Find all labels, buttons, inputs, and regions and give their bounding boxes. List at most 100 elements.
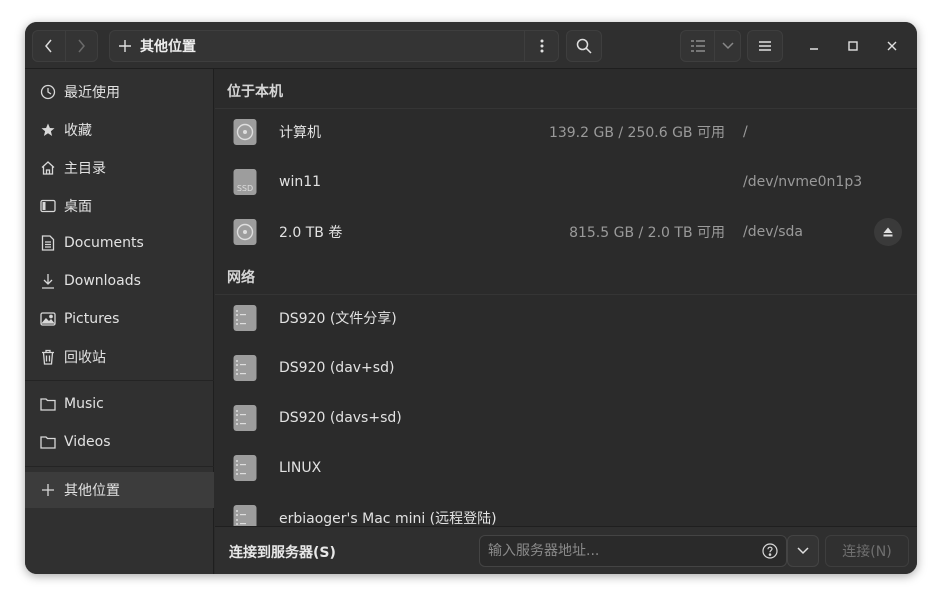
server-icon	[233, 355, 257, 381]
location-mount: /	[743, 124, 748, 140]
location-usage: 815.5 GB / 2.0 TB 可用	[569, 225, 725, 241]
location-row-win11[interactable]: SSD win11 /dev/nvme0n1p3	[215, 157, 917, 207]
sidebar-item-starred[interactable]: 收藏	[25, 112, 214, 148]
disk-icon	[233, 119, 257, 145]
svg-text:SSD: SSD	[237, 184, 253, 193]
header-bar: 其他位置	[25, 22, 917, 69]
connect-server-bar: 连接到服务器(S) 连接(N)	[215, 526, 917, 574]
sidebar-item-music[interactable]: Music	[25, 386, 214, 422]
search-button[interactable]	[566, 30, 602, 62]
forward-button[interactable]	[64, 31, 97, 61]
locations-list: 位于本机 计算机 139.2 GB / 250.6 GB 可用 / SSD wi…	[215, 69, 917, 526]
sidebar-item-label: 其他位置	[64, 483, 120, 499]
location-row-network[interactable]: DS920 (dav+sd)	[215, 343, 917, 393]
server-address-field	[479, 535, 787, 567]
sidebar-item-label: Downloads	[64, 273, 141, 289]
chevron-left-icon	[45, 39, 52, 53]
sidebar-item-trash[interactable]: 回收站	[25, 339, 214, 375]
ssd-icon: SSD	[233, 169, 257, 195]
location-row-network[interactable]: erbiaoger's Mac mini (远程登陆)	[215, 493, 917, 526]
eject-icon	[883, 227, 893, 237]
location-name: LINUX	[279, 460, 322, 476]
sidebar-separator	[25, 380, 214, 381]
location-name: erbiaoger's Mac mini (远程登陆)	[279, 511, 497, 526]
download-icon	[39, 272, 57, 290]
document-icon	[39, 234, 57, 252]
main-menu-button[interactable]	[747, 30, 783, 62]
location-row-network[interactable]: DS920 (文件分享)	[215, 293, 917, 343]
trash-icon	[39, 348, 57, 366]
sidebar-item-label: Videos	[64, 434, 111, 450]
vertical-dots-icon	[540, 39, 543, 53]
view-toggle	[680, 30, 741, 62]
star-icon	[39, 121, 57, 139]
file-manager-window: 其他位置 最近使用 收藏 主目录 桌面 Documents Downloads …	[25, 22, 917, 574]
location-name: 计算机	[279, 125, 321, 141]
location-row-network[interactable]: DS920 (davs+sd)	[215, 393, 917, 443]
sidebar-item-label: 主目录	[64, 161, 106, 177]
minimize-icon	[810, 48, 818, 50]
location-name: DS920 (dav+sd)	[279, 360, 395, 376]
location-name: win11	[279, 174, 322, 190]
search-icon	[576, 38, 592, 54]
sidebar-separator	[25, 466, 214, 467]
location-row-2tb-volume[interactable]: 2.0 TB 卷 815.5 GB / 2.0 TB 可用 /dev/sda	[215, 207, 917, 257]
location-mount: /dev/nvme0n1p3	[743, 174, 863, 190]
path-bar[interactable]: 其他位置	[109, 30, 559, 62]
view-options-button[interactable]	[714, 31, 740, 61]
home-icon	[39, 159, 57, 177]
close-button[interactable]	[876, 30, 908, 62]
sidebar-item-label: Documents	[64, 235, 144, 251]
sidebar-item-desktop[interactable]: 桌面	[25, 188, 214, 224]
maximize-icon	[848, 41, 858, 51]
server-icon	[233, 455, 257, 481]
connect-server-label: 连接到服务器(S)	[229, 545, 336, 561]
minimize-button[interactable]	[798, 30, 830, 62]
help-button[interactable]	[762, 543, 778, 563]
back-button[interactable]	[33, 31, 65, 61]
close-icon	[887, 41, 897, 51]
location-usage: 139.2 GB / 250.6 GB 可用	[548, 125, 725, 141]
server-icon	[233, 405, 257, 431]
location-row-network[interactable]: LINUX	[215, 443, 917, 493]
disk-icon	[233, 219, 257, 245]
sidebar-item-label: Music	[64, 396, 104, 412]
sidebar-item-other-locations[interactable]: 其他位置	[25, 472, 214, 508]
location-row-computer[interactable]: 计算机 139.2 GB / 250.6 GB 可用 /	[215, 107, 917, 157]
chevron-right-icon	[78, 39, 86, 53]
folder-icon	[39, 395, 57, 413]
server-icon	[233, 305, 257, 331]
recent-servers-dropdown[interactable]	[787, 535, 819, 567]
hamburger-icon	[759, 41, 771, 51]
sidebar-item-home[interactable]: 主目录	[25, 150, 214, 186]
sidebar-item-pictures[interactable]: Pictures	[25, 301, 214, 337]
folder-icon	[39, 433, 57, 451]
sidebar-item-label: Pictures	[64, 311, 120, 327]
path-menu-button[interactable]	[524, 31, 558, 61]
section-heading-local: 位于本机	[215, 73, 917, 109]
sidebar-item-documents[interactable]: Documents	[25, 225, 214, 261]
chevron-down-icon	[797, 547, 809, 555]
location-name: DS920 (文件分享)	[279, 311, 397, 327]
location-name: 2.0 TB 卷	[279, 225, 343, 241]
server-icon	[233, 505, 257, 526]
sidebar-item-label: 最近使用	[64, 85, 120, 101]
location-mount: /dev/sda	[743, 224, 803, 240]
sidebar-item-videos[interactable]: Videos	[25, 424, 214, 460]
maximize-button[interactable]	[837, 30, 869, 62]
eject-button[interactable]	[874, 218, 902, 246]
list-view-button[interactable]	[681, 31, 714, 61]
chevron-down-icon	[722, 42, 734, 50]
help-icon	[762, 543, 778, 559]
section-heading-network: 网络	[215, 259, 917, 295]
sidebar-item-recent[interactable]: 最近使用	[25, 74, 214, 110]
list-view-icon	[690, 40, 705, 52]
connect-button[interactable]: 连接(N)	[825, 535, 909, 567]
server-address-input[interactable]	[480, 543, 750, 559]
clock-icon	[39, 83, 57, 101]
sidebar-item-downloads[interactable]: Downloads	[25, 263, 214, 299]
desktop-icon	[39, 197, 57, 215]
plus-icon	[110, 40, 140, 52]
sidebar: 最近使用 收藏 主目录 桌面 Documents Downloads Pictu…	[25, 69, 214, 574]
sidebar-item-label: 收藏	[64, 123, 92, 139]
